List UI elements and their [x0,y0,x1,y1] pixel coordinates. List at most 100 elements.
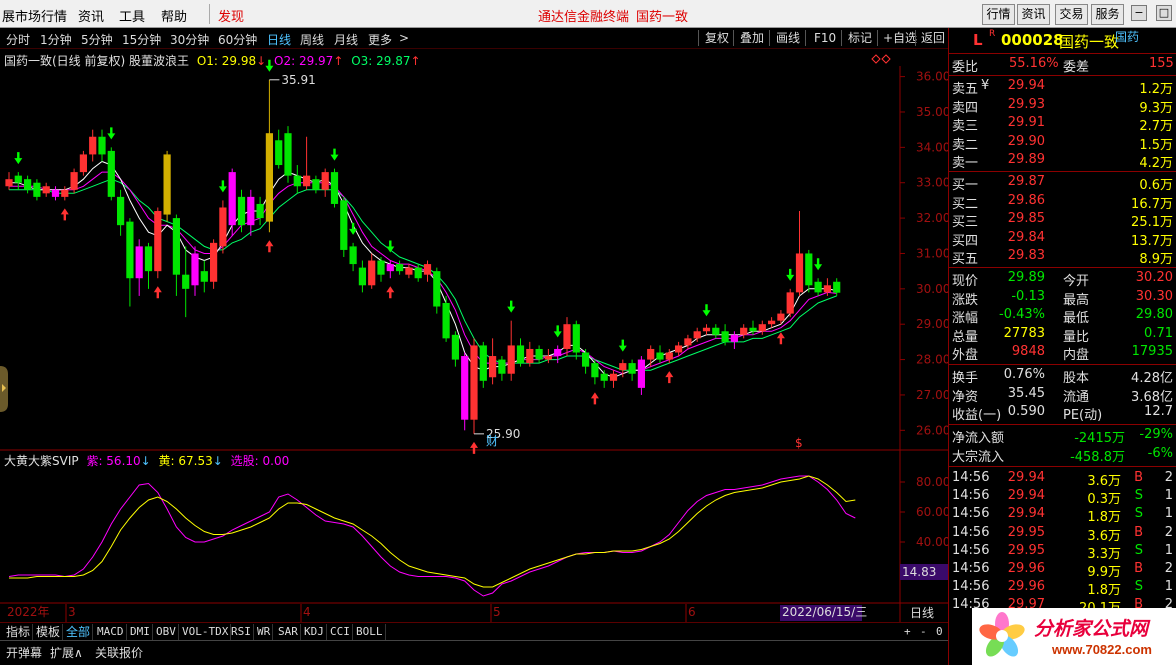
period-tab-active[interactable]: 日线 [267,31,291,48]
tab-sar[interactable]: SAR [276,624,301,640]
price-tick-label: 26.00 [916,423,948,437]
chart-canvas[interactable]: 36.00 35.00 34.00 33.00 32.00 31.00 30.00 29.00… [0,50,948,622]
menu-market[interactable]: 展市场行情 [2,6,67,25]
candle-body [191,253,199,286]
linked-quote[interactable]: 关联报价 [95,644,143,661]
button-service[interactable]: 服务 [1091,4,1124,25]
danmaku-toggle[interactable]: 开弹幕 [6,644,42,661]
period-tab[interactable]: 15分钟 [122,31,161,48]
zoom-in-button[interactable]: + [902,624,913,640]
tool-adjust[interactable]: 复权 [702,29,732,47]
tab-all[interactable]: 全部 [64,624,94,640]
stat-value: 27783 [1003,325,1045,341]
tick-volume: 3.6万 [1087,474,1121,489]
period-tab[interactable]: 60分钟 [218,31,257,48]
stat-label: 今开 [1063,274,1090,289]
tab-macd[interactable]: MACD [95,624,127,640]
toolbar-separator [733,30,734,46]
tab-vol-tdx[interactable]: VOL-TDX [180,624,232,640]
stat-row: 涨跌 -0.13 最高 30.30 [949,288,1176,308]
tool-back[interactable]: 返回 [918,29,948,47]
fund-label: 换手 [952,371,979,386]
price-tick-label: 27.00 [916,388,948,402]
period-tab[interactable]: 30分钟 [170,31,209,48]
bid-volume: 16.7万 [1131,196,1173,212]
yen-icon: ¥ [981,78,990,93]
toolbar-separator [841,30,842,46]
tool-f10[interactable]: F10 [811,29,839,47]
flow-percent: -29% [1139,427,1173,442]
sub-line-yellow [9,475,856,588]
tab-templates[interactable]: 模板 [34,624,64,640]
maximize-icon[interactable]: □ [1156,5,1172,21]
chevron-right-icon[interactable]: > [399,31,409,45]
candle-body [461,356,469,420]
fund-label: 收益(一) [952,408,1002,424]
zoom-out-button[interactable]: - [918,624,929,640]
period-tab[interactable]: 分时 [6,31,30,48]
fund-value: 12.7 [1144,404,1173,420]
period-tab[interactable]: 周线 [300,31,324,48]
stat-value: -0.13 [1011,288,1045,304]
fund-value: 35.45 [1007,385,1045,401]
candle-body [572,324,580,353]
tab-dmi[interactable]: DMI [128,624,153,640]
ask-price: 29.94 [1007,78,1045,93]
divider [949,364,1176,365]
candle-body [730,334,738,342]
candle-body [814,281,822,293]
buy-arrow-down-icon [349,222,358,235]
tool-mark[interactable]: 标记 [845,29,875,47]
sell-arrow-up-icon [153,286,162,299]
candle-body [712,327,720,335]
menu-bar: 展市场行情 资讯 工具 帮助 发现 通达信金融终端 国药一致 行情 资讯 交易 … [0,0,1176,28]
ask-label: 卖三 [952,119,979,135]
diamond-marker-icon [871,54,881,64]
menu-tools[interactable]: 工具 [119,6,145,25]
fund-value: 0.590 [1007,404,1045,420]
candle-body [684,338,692,346]
tick-time: 14:56 [952,488,990,504]
tab-indicators[interactable]: 指标 [4,624,34,640]
flag-badge: L [973,31,983,49]
ask-volume: 2.7万 [1139,119,1173,135]
stat-value: 30.20 [1135,270,1173,285]
tab-boll[interactable]: BOLL [354,624,386,640]
kline-chart[interactable]: 36.00 35.00 34.00 33.00 32.00 31.00 30.00 29.00… [0,50,948,622]
expand-toggle[interactable]: 扩展∧ [50,644,83,661]
fund-row: 收益(一) 0.590 PE(动) 12.7 [949,404,1176,424]
button-info[interactable]: 资讯 [1017,4,1050,25]
fund-value: 0.76% [1003,367,1045,382]
tab-obv[interactable]: OBV [154,624,179,640]
candle-body [433,271,441,307]
menu-help[interactable]: 帮助 [161,6,187,25]
period-tab[interactable]: 1分钟 [40,31,72,48]
period-more[interactable]: 更多 [368,31,392,48]
button-quotes[interactable]: 行情 [982,4,1015,25]
tick-row: 14:56 29.95 3.3万 S 1 [949,543,1176,562]
button-trade[interactable]: 交易 [1055,4,1088,25]
arrow-down-icon: ↓ [140,454,151,468]
bid-label: 买一 [952,178,979,193]
tab-rsi[interactable]: RSI [229,624,254,640]
stat-value: 9848 [1011,344,1045,360]
candle-body [414,267,422,279]
tab-cci[interactable]: CCI [328,624,353,640]
minimize-icon[interactable]: − [1131,5,1147,21]
tick-side: S [1134,579,1143,595]
stat-label: 涨跌 [952,292,979,308]
tool-draw[interactable]: 画线 [773,29,803,47]
candle-body [368,260,376,286]
tab-kdj[interactable]: KDJ [302,624,327,640]
candle-body [516,345,525,364]
tool-overlay[interactable]: 叠加 [737,29,767,47]
weicha-label: 委差 [1063,60,1090,75]
menu-discover[interactable]: 发现 [218,6,244,25]
menu-news[interactable]: 资讯 [78,6,104,25]
o1-value: O1: 29.98 [196,54,257,68]
candle-body [507,345,515,374]
tab-wr[interactable]: WR [255,624,274,640]
zoom-reset-button[interactable]: 0 [934,624,945,640]
period-tab[interactable]: 月线 [334,31,358,48]
period-tab[interactable]: 5分钟 [81,31,113,48]
